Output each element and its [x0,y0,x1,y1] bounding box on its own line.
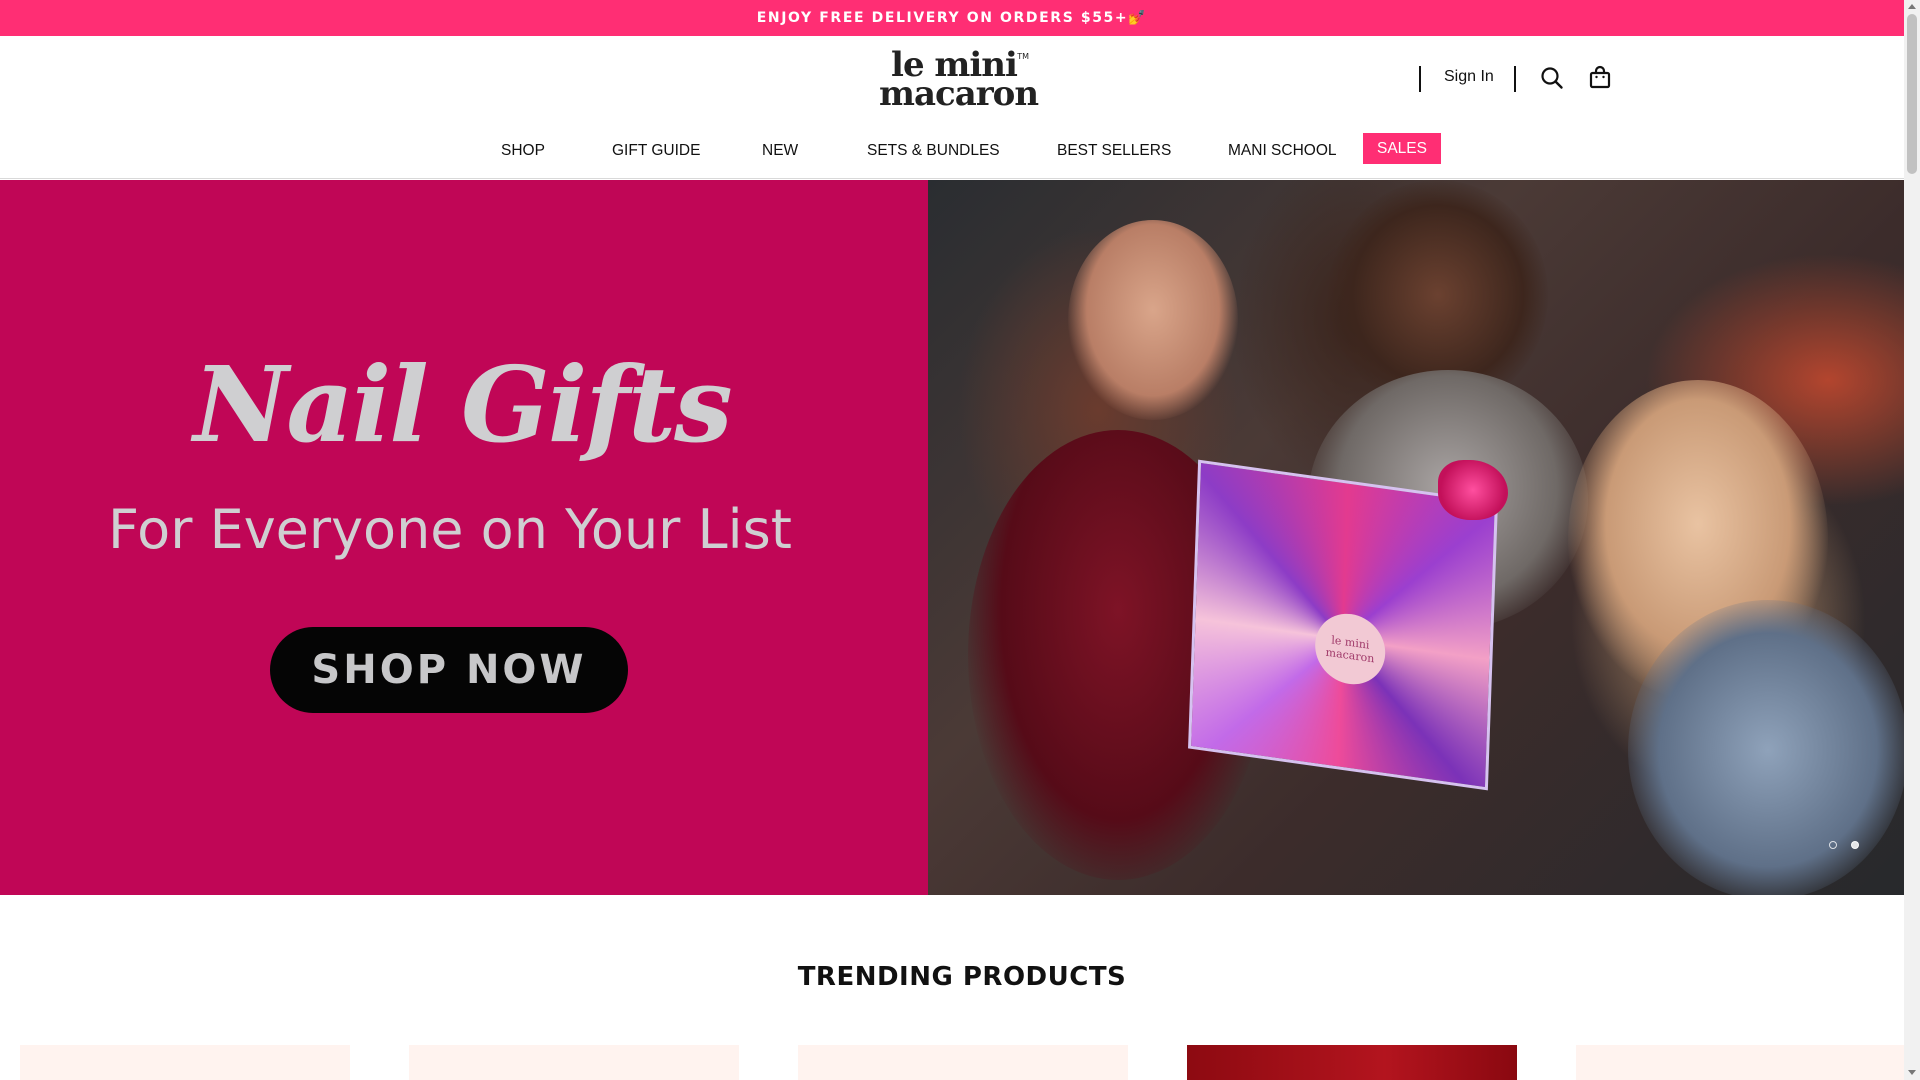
nav-item-sales[interactable]: SALES [1363,133,1441,164]
product-card[interactable] [1576,1045,1904,1080]
promo-banner: ENJOY FREE DELIVERY ON ORDERS $55+💅 [0,0,1904,36]
hero-subtitle: For Everyone on Your List [108,498,792,561]
carousel-dot-1[interactable] [1829,841,1837,849]
hero-text-panel: Nail Gifts For Everyone on Your List SHO… [0,180,928,895]
shop-now-button[interactable]: SHOP NOW [270,627,628,713]
nav-item-new[interactable]: NEW [762,142,798,160]
logo-trademark: TM [1017,52,1029,61]
nav-item-gift-guide[interactable]: GIFT GUIDE [612,142,700,160]
brand-logo[interactable]: le mini macaron TM [879,48,1039,114]
site-header: le mini macaron TM Sign In SHOP GIFT GUI… [0,36,1904,179]
carousel-dots [1829,841,1859,849]
main-nav: SHOP GIFT GUIDE NEW SETS & BUNDLES BEST … [0,132,1904,176]
person-left [1068,220,1238,420]
product-card[interactable] [20,1045,350,1080]
product-card[interactable] [1187,1045,1517,1080]
header-divider-left [1419,66,1421,92]
scroll-down-arrow-icon[interactable] [1908,1070,1916,1075]
product-grid [0,1045,1904,1080]
search-icon[interactable] [1539,65,1565,91]
gift-box-logo: le mini macaron [1313,609,1387,689]
nav-item-shop[interactable]: SHOP [501,142,545,160]
hero-banner[interactable]: Nail Gifts For Everyone on Your List SHO… [0,180,1904,895]
product-card[interactable] [409,1045,739,1080]
header-divider-right [1514,66,1516,92]
hero-photo: le mini macaron [928,180,1904,895]
promo-text: ENJOY FREE DELIVERY ON ORDERS $55+💅 [756,10,1148,26]
nav-item-best-sellers[interactable]: BEST SELLERS [1057,142,1171,160]
trending-products-heading: TRENDING PRODUCTS [797,962,1127,992]
scroll-up-arrow-icon[interactable] [1908,4,1916,9]
blue-top [1628,600,1904,895]
sign-in-link[interactable]: Sign In [1444,68,1494,86]
page-scrollbar[interactable] [1904,0,1920,1080]
carousel-dot-2[interactable] [1851,841,1859,849]
logo-line2: macaron [879,74,1039,114]
shopping-bag-icon[interactable] [1587,64,1613,90]
scrollbar-thumb[interactable] [1907,14,1917,174]
product-card[interactable] [798,1045,1128,1080]
hero-title: Nail Gifts [193,343,732,466]
nav-item-sets-bundles[interactable]: SETS & BUNDLES [867,142,1000,160]
nav-item-mani-school[interactable]: MANI SCHOOL [1228,142,1337,160]
